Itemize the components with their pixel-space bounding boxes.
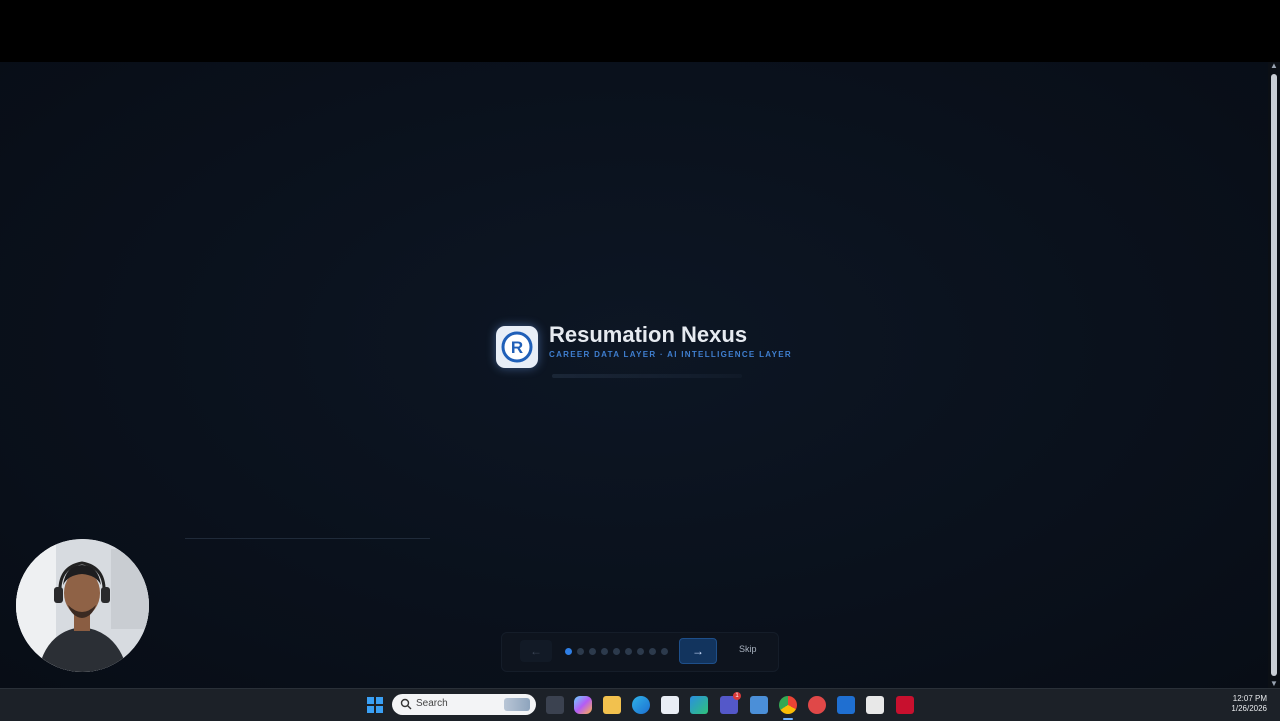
chrome-icon[interactable] (779, 696, 797, 714)
brand-logo-letter: R (511, 338, 523, 357)
store-icon[interactable] (661, 696, 679, 714)
previous-button[interactable]: ← (520, 640, 552, 662)
notification-badge: 1 (733, 692, 741, 700)
skip-button[interactable]: Skip (739, 644, 757, 654)
task-view-icon[interactable] (546, 696, 564, 714)
step-dot[interactable] (577, 648, 584, 655)
brand-faint-subtext (552, 374, 742, 378)
next-button[interactable]: → (679, 638, 717, 664)
step-dot[interactable] (637, 648, 644, 655)
brand-logo-icon: R (496, 326, 538, 368)
step-dot[interactable] (613, 648, 620, 655)
search-placeholder: Search (416, 698, 448, 709)
copilot-icon[interactable] (574, 696, 592, 714)
step-dot[interactable] (625, 648, 632, 655)
app-icon[interactable] (808, 696, 826, 714)
scroll-up-icon[interactable]: ▲ (1270, 62, 1278, 70)
browser-top-bar (0, 0, 1280, 62)
vertical-scrollbar[interactable]: ▲ ▼ (1268, 62, 1280, 688)
clock-time: 12:07 PM (1232, 694, 1267, 703)
brand-name: Resumation Nexus (549, 322, 748, 347)
webcam-overlay (16, 539, 149, 672)
system-clock[interactable]: 12:07 PM 1/26/2026 (1231, 694, 1267, 714)
edge-icon[interactable] (632, 696, 650, 714)
step-indicator (565, 648, 668, 655)
taskbar-search[interactable]: Search (392, 694, 536, 715)
search-icon (400, 698, 412, 710)
outlook-icon[interactable] (837, 696, 855, 714)
mcafee-icon[interactable] (896, 696, 914, 714)
step-dot[interactable] (565, 648, 572, 655)
app-icon[interactable] (750, 696, 768, 714)
divider (185, 538, 430, 539)
scroll-thumb[interactable] (1271, 74, 1277, 676)
clock-date: 1/26/2026 (1231, 704, 1267, 713)
brand-splash: R Resumation Nexus CAREER DATA LAYER · A… (494, 322, 794, 378)
taskbar: Search 1 12:07 PM 1/26/2026 (0, 688, 1280, 721)
scroll-down-icon[interactable]: ▼ (1270, 680, 1278, 688)
app-icon[interactable] (866, 696, 884, 714)
step-dot[interactable] (601, 648, 608, 655)
step-dot[interactable] (661, 648, 668, 655)
windows-start-icon[interactable] (366, 696, 384, 714)
onboarding-navigation: ← → Skip (501, 632, 779, 672)
brand-tagline: CAREER DATA LAYER · AI INTELLIGENCE LAYE… (549, 350, 792, 359)
file-explorer-icon[interactable] (603, 696, 621, 714)
app-icon[interactable] (690, 696, 708, 714)
step-dot[interactable] (649, 648, 656, 655)
step-dot[interactable] (589, 648, 596, 655)
search-highlight-art (504, 698, 530, 711)
